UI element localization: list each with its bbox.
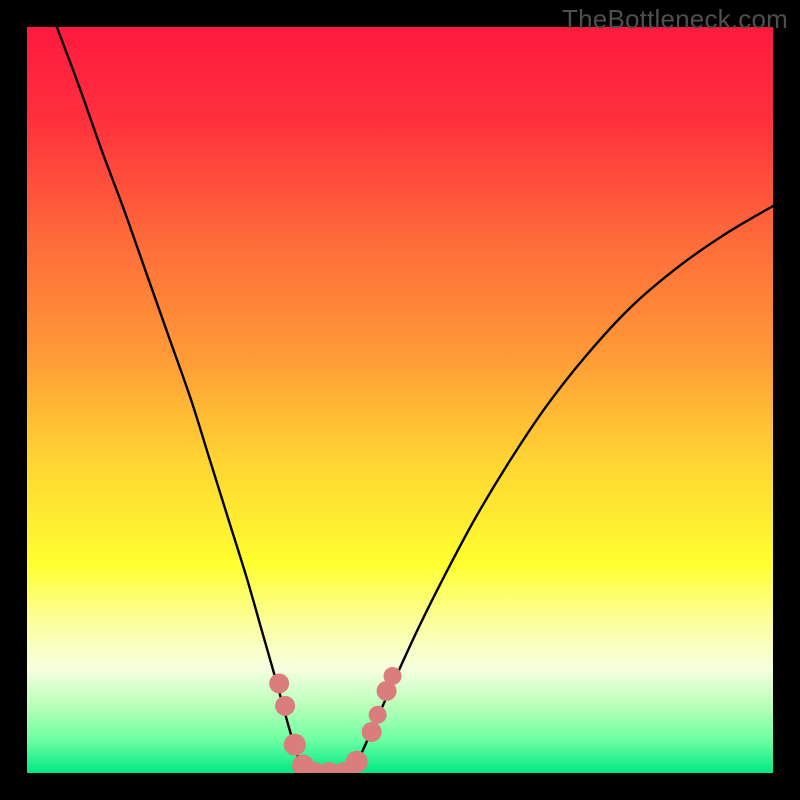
chart-svg <box>27 27 773 773</box>
marker-point <box>346 751 368 773</box>
marker-point <box>284 734 306 756</box>
marker-point <box>369 706 387 724</box>
marker-point <box>362 722 382 742</box>
outer-frame: TheBottleneck.com <box>0 0 800 800</box>
gradient-background <box>27 27 773 773</box>
plot-area <box>27 27 773 773</box>
marker-point <box>275 696 295 716</box>
marker-point <box>384 667 402 685</box>
watermark-text: TheBottleneck.com <box>562 4 788 35</box>
marker-point <box>269 673 289 693</box>
